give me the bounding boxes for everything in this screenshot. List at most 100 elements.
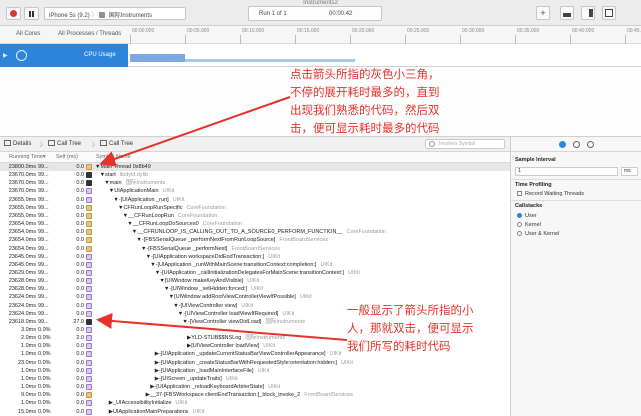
toggle-inspector-button[interactable] <box>581 6 595 20</box>
table-row[interactable]: 23645.0ms 99... 0.0 ▼-[UIApplication worksp… <box>0 253 510 261</box>
symbol-cell[interactable] <box>182 326 186 334</box>
track-header[interactable]: ▶ CPU Usage <box>0 44 128 67</box>
disclosure-triangle-icon[interactable]: ▶ <box>3 52 8 59</box>
table-row[interactable]: 23800.0ms 99... 0.0 ▼Main Thread 0x8b49 <box>0 163 510 171</box>
table-row[interactable]: 23654.0ms 99... 0.0 ▼-[FBSSerialQueue _perf… <box>0 245 510 253</box>
symbol-cell[interactable]: ▶[UIViewController loadView] UIKit <box>187 342 275 350</box>
tab-all-processes[interactable]: All Processes / Threads <box>58 31 121 37</box>
table-row[interactable]: 23655.0ms 99... 0.0 ▼-[UIApplication _run] U… <box>0 196 510 204</box>
table-row[interactable]: 23629.0ms 99... 0.0 ▼-[UIApplication _callI… <box>0 269 510 277</box>
breadcrumb-call-tree[interactable]: Call Tree <box>48 140 81 147</box>
symbol-cell[interactable]: ▼-[UIApplication _run] UIKit <box>113 196 184 204</box>
symbol-cell[interactable]: ▼-[FBSSerialQueue _performNextFromRunLoo… <box>136 236 328 244</box>
record-waiting-threads-checkbox[interactable]: Record Waiting Threads <box>517 191 584 197</box>
library-name: UIKit <box>282 310 295 317</box>
breadcrumb-call-tree-view[interactable]: Call Tree <box>100 140 133 147</box>
table-row[interactable]: 23655.0ms 99... 0.0 ▼__CFRunLoopRun CoreFoun… <box>0 212 510 220</box>
timeline-header: All Cores All Processes / Threads 00:00.… <box>0 26 641 44</box>
symbol-cell[interactable]: ▶_UIAccessibilityInitialize UIKit <box>109 399 188 407</box>
symbol-cell[interactable]: ▼[UIWindow addRootViewControllerViewIfPo… <box>169 293 312 301</box>
symbol-cell[interactable]: ▼-[UIViewController view] UIKit <box>173 302 253 310</box>
table-row[interactable]: 23654.0ms 99... 0.0 ▼__CFRunLoopDoSources0 C… <box>0 220 510 228</box>
symbol-cell[interactable]: ▼__CFRunLoopRun CoreFoundation <box>123 212 218 220</box>
table-row[interactable]: 23670.0ms 99... 0.0 ▼main 国际Instruments <box>0 179 510 187</box>
tab-all-cores[interactable]: All Cores <box>16 31 40 37</box>
table-row[interactable]: 23645.0ms 99... 0.0 ▼-[UIApplication _runWi… <box>0 261 510 269</box>
toggle-library-button[interactable] <box>602 6 616 20</box>
symbol-cell[interactable]: ▼main 国际Instruments <box>104 179 165 187</box>
running-time-cell: 23628.0ms <box>8 286 36 293</box>
table-row[interactable]: 23.0ms 0.0% 0.0 ▶-[UIApplication _createSta… <box>0 359 510 367</box>
symbol-cell[interactable]: ▶-[UIApplication _createStatusBarWithReq… <box>155 359 353 367</box>
callstack-option[interactable]: User & Kernel <box>517 231 559 237</box>
column-running-time[interactable]: Running Time▾ <box>9 154 46 160</box>
details-button[interactable]: Details <box>4 140 31 147</box>
extended-detail-icon[interactable] <box>587 141 594 148</box>
symbol-cell[interactable]: ▼__CFRUNLOOP_IS_CALLING_OUT_TO_A_SOURCE0… <box>132 228 386 236</box>
library-icon <box>86 204 92 211</box>
timeline-ruler[interactable]: 00:00.000 00:05.000 00:10.000 00:15.000 00:2… <box>128 26 641 44</box>
pause-icon <box>29 11 34 17</box>
toggle-bottom-pane-button[interactable] <box>560 6 574 20</box>
table-row[interactable]: 23654.0ms 99... 0.0 ▼__CFRUNLOOP_IS_CALLING… <box>0 228 510 236</box>
symbol-cell[interactable]: ▼-[UIApplication workspaceDidEndTransact… <box>146 253 281 261</box>
self-time-cell: 0.0 <box>76 196 84 203</box>
table-row[interactable]: 23670.0ms 99... 0.0 ▼UIApplicationMain UIKit <box>0 187 510 195</box>
pause-button[interactable] <box>24 7 39 20</box>
involves-symbol-search[interactable]: Involves Symbol <box>425 139 505 149</box>
column-symbol-name[interactable]: Symbol Name <box>96 154 131 160</box>
table-row[interactable]: 1.0ms 0.0% 0.0 ▶-[UIApplication _loadMainIn… <box>0 367 510 375</box>
table-row[interactable]: 1.0ms 0.0% 0.0 ▶-[UIApplication _reloadKeyb… <box>0 383 510 391</box>
symbol-cell[interactable]: ▶-[UIApplication _reloadKeyboardArbiterS… <box>150 383 280 391</box>
callstack-option[interactable]: Kernel <box>517 222 541 228</box>
add-instrument-button[interactable]: + <box>536 6 550 20</box>
running-time-cell: 23670.0ms <box>8 180 36 187</box>
symbol-cell[interactable]: ▶-[UIScreen _updateTraits] UIKit <box>155 375 238 383</box>
table-row[interactable]: 23624.0ms 99... 0.0 ▼[UIWindow addRootViewC… <box>0 293 510 301</box>
symbol-cell[interactable]: ▼Main Thread 0x8b49 <box>95 163 155 171</box>
display-settings-icon[interactable] <box>573 141 580 148</box>
call-tree[interactable]: 23800.0ms 99... 0.0 ▼Main Thread 0x8b49 2367… <box>0 163 510 416</box>
symbol-cell[interactable]: ▶UIApplicationMainPreparations UIKit <box>109 408 205 416</box>
symbol-cell[interactable]: ▶-[UIApplication _updateCurrentStatusBar… <box>155 350 342 358</box>
ruler-tick <box>130 35 131 44</box>
symbol-cell[interactable]: ▼[UIWindow makeKeyAndVisible] UIKit <box>159 277 259 285</box>
symbol-cell[interactable]: ▼__CFRunLoopDoSources0 CoreFoundation <box>127 220 242 228</box>
cpu-usage-track[interactable]: ▶ CPU Usage <box>0 44 641 67</box>
breadcrumb-separator: 〉 <box>40 143 47 149</box>
target-selector[interactable]: iPhone 5s (9.2) 〉 国际Instruments <box>44 7 186 20</box>
symbol-cell[interactable]: ▼-[ViewController viewDidLoad] 国际Instrume… <box>182 318 305 326</box>
table-row[interactable]: 9.0ms 0.0% 0.0 ▶__37-[FBSWorkspace clientEn… <box>0 391 510 399</box>
symbol-cell[interactable]: ▼-[UIApplication _callInitializationDele… <box>155 269 360 277</box>
table-row[interactable]: 23655.0ms 99... 0.0 ▼CFRunLoopRunSpecific Co… <box>0 204 510 212</box>
record-button[interactable] <box>6 7 21 20</box>
symbol-cell[interactable]: ▼-[UIApplication _runWithMainScene:trans… <box>150 261 332 269</box>
symbol-cell[interactable]: ▶-[UIApplication _loadMainInterfaceFile]… <box>155 367 270 375</box>
table-row[interactable]: 1.0ms 0.0% 0.0 ▶-[UIScreen _updateTraits] UI… <box>0 375 510 383</box>
table-row[interactable]: 23628.0ms 99... 0.0 ▼-[UIWindow _setHidden:… <box>0 285 510 293</box>
symbol-cell[interactable]: ▼-[UIViewController loadViewIfRequired] U… <box>178 310 295 318</box>
table-row[interactable]: 23654.0ms 99... 0.0 ▼-[FBSSerialQueue _perf… <box>0 236 510 244</box>
column-self[interactable]: Self (ms) <box>56 154 78 160</box>
symbol-cell[interactable]: ▶YLD-STUB$$NSLog 国际Instruments <box>187 334 285 342</box>
callstack-option[interactable]: User <box>517 213 537 219</box>
symbol-cell[interactable]: ▼-[FBSSerialQueue _performNext] FrontBoar… <box>141 245 280 253</box>
symbol-cell[interactable]: ▶__37-[FBSWorkspace clientEndTransaction… <box>146 391 353 399</box>
table-row[interactable]: 23670.0ms 99... 0.0 ▼start libdyld.dylib <box>0 171 510 179</box>
table-row[interactable]: 23628.0ms 99... 0.0 ▼[UIWindow makeKeyAndVi… <box>0 277 510 285</box>
cpu-usage-graph[interactable] <box>128 44 641 67</box>
checkbox-icon <box>517 191 522 196</box>
symbol-cell[interactable]: ▼start libdyld.dylib <box>100 171 149 179</box>
annotation-line: 一般显示了箭头所指的小 <box>347 305 474 317</box>
table-row[interactable]: 15.0ms 0.0% 0.0 ▶UIApplicationMainPreparati… <box>0 408 510 416</box>
library-icon <box>86 351 92 358</box>
sample-interval-unit[interactable]: ms <box>621 167 638 176</box>
table-row[interactable]: 1.0ms 0.0% 0.0 ▶_UIAccessibilityInitialize U… <box>0 399 510 407</box>
symbol-cell[interactable]: ▼-[UIWindow _setHidden:forced:] UIKit <box>164 285 263 293</box>
record-settings-icon[interactable] <box>559 141 566 148</box>
symbol-cell[interactable]: ▼CFRunLoopRunSpecific CoreFoundation <box>118 204 226 212</box>
library-icon <box>86 310 92 317</box>
radio-icon <box>517 231 522 236</box>
sample-interval-input[interactable]: 1 <box>515 167 618 176</box>
symbol-cell[interactable]: ▼UIApplicationMain UIKit <box>109 187 175 195</box>
